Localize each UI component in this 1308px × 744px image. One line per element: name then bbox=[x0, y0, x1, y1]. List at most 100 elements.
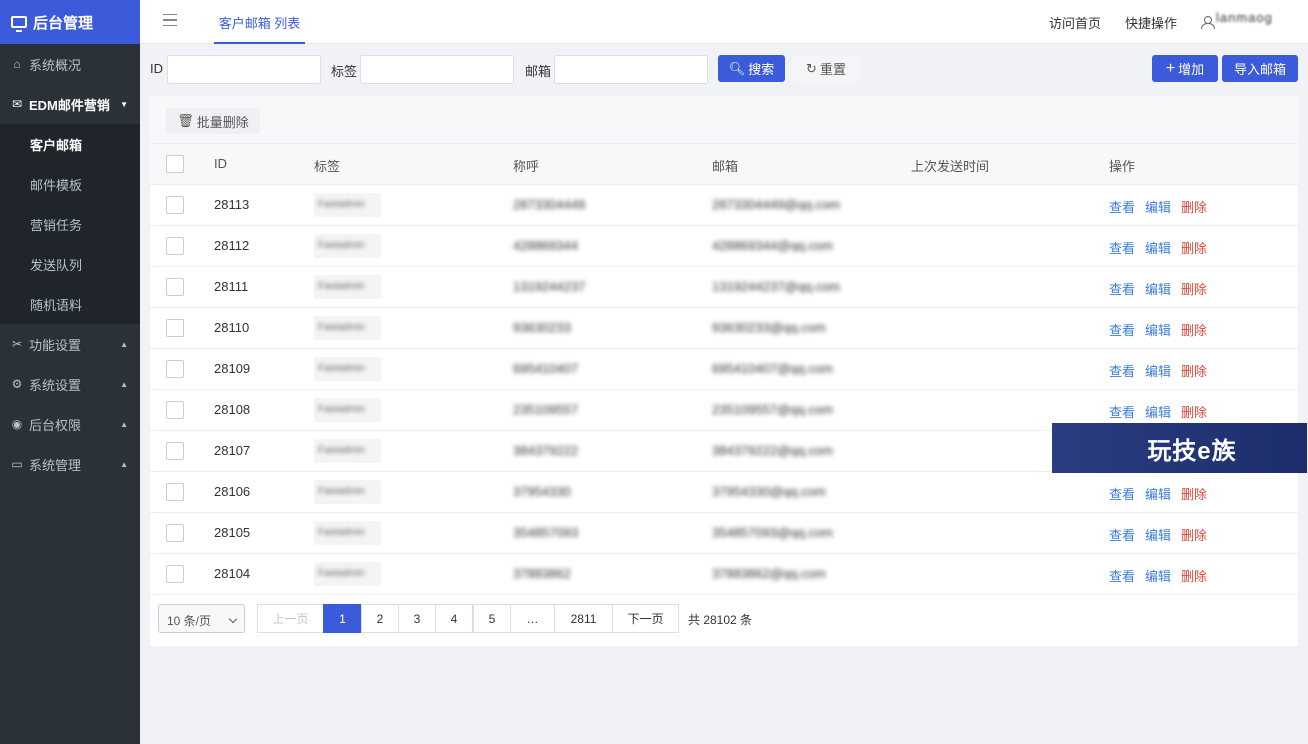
edit-link[interactable]: 编辑 bbox=[1145, 361, 1171, 380]
cell-name: 37883862 bbox=[513, 566, 571, 581]
delete-link[interactable]: 删除 bbox=[1181, 402, 1207, 421]
cell-id: 28109 bbox=[214, 361, 251, 376]
caret-down-icon: ▼ bbox=[120, 99, 128, 109]
table-row: 28111 Fastadmin 1319244237 1319244237@qq.co… bbox=[150, 267, 1298, 308]
row-checkbox[interactable] bbox=[166, 442, 184, 460]
cell-name: 384379222 bbox=[513, 443, 579, 458]
bulk-delete-label: 批量删除 bbox=[196, 114, 249, 130]
page-size-select[interactable]: 10 条/页 bbox=[158, 604, 245, 633]
view-link[interactable]: 查看 bbox=[1109, 361, 1135, 380]
edit-link[interactable]: 编辑 bbox=[1145, 320, 1171, 339]
row-checkbox[interactable] bbox=[166, 278, 184, 296]
quick-ops-link[interactable]: 快捷操作 bbox=[1125, 13, 1177, 32]
delete-link[interactable]: 删除 bbox=[1181, 320, 1207, 339]
menu-toggle-icon[interactable] bbox=[163, 14, 177, 26]
table-row: 28104 Fastadmin 37883862 37883862@qq.com 查看编… bbox=[150, 554, 1298, 595]
bulk-delete-button[interactable]: 🗑︎ 批量删除 bbox=[166, 108, 260, 134]
view-link[interactable]: 查看 bbox=[1109, 566, 1135, 585]
page-button[interactable]: 3 bbox=[398, 604, 436, 633]
delete-link[interactable]: 删除 bbox=[1181, 484, 1207, 503]
delete-link[interactable]: 删除 bbox=[1181, 525, 1207, 544]
trash-icon: 🗑︎ bbox=[177, 113, 194, 128]
cell-email: 695410407@qq.com bbox=[712, 361, 833, 376]
view-link[interactable]: 查看 bbox=[1109, 484, 1135, 503]
add-button[interactable]: + 增加 bbox=[1152, 55, 1218, 82]
tab-customer-email-list[interactable]: 客户邮箱 列表 bbox=[214, 0, 305, 44]
row-checkbox[interactable] bbox=[166, 237, 184, 255]
view-link[interactable]: 查看 bbox=[1109, 279, 1135, 298]
next-page-button[interactable]: 下一页 bbox=[612, 604, 679, 633]
sidebar-item-marketing-task[interactable]: 营销任务 bbox=[0, 204, 140, 244]
page-button[interactable]: 2 bbox=[361, 604, 399, 633]
import-email-button[interactable]: 导入邮箱 bbox=[1222, 55, 1298, 82]
username[interactable]: lanmaog bbox=[1216, 10, 1273, 25]
view-link[interactable]: 查看 bbox=[1109, 320, 1135, 339]
row-checkbox[interactable] bbox=[166, 483, 184, 501]
edit-link[interactable]: 编辑 bbox=[1145, 525, 1171, 544]
delete-link[interactable]: 删除 bbox=[1181, 361, 1207, 380]
page-button[interactable]: 5 bbox=[473, 604, 511, 633]
sidebar-item-label: 营销任务 bbox=[30, 217, 83, 233]
edit-link[interactable]: 编辑 bbox=[1145, 402, 1171, 421]
tag-badge: Fastadmin bbox=[314, 357, 381, 381]
delete-link[interactable]: 删除 bbox=[1181, 238, 1207, 257]
sidebar-item-overview[interactable]: ⌂ 系统概况 bbox=[0, 44, 140, 84]
prev-page-button[interactable]: 上一页 bbox=[257, 604, 324, 633]
sidebar-item-system-admin[interactable]: ▭ 系统管理 ▲ bbox=[0, 444, 140, 484]
sidebar-brand[interactable]: 后台管理 bbox=[0, 0, 140, 44]
delete-link[interactable]: 删除 bbox=[1181, 279, 1207, 298]
tag-text: Fastadmin bbox=[318, 404, 365, 415]
tag-label: 标签 bbox=[331, 64, 358, 79]
row-checkbox[interactable] bbox=[166, 565, 184, 583]
sidebar-item-send-queue[interactable]: 发送队列 bbox=[0, 244, 140, 284]
search-icon: 🔍︎ bbox=[728, 60, 746, 76]
cell-name: 37954330 bbox=[513, 484, 571, 499]
sidebar-item-system-settings[interactable]: ⚙ 系统设置 ▲ bbox=[0, 364, 140, 404]
watermark-text: 玩技e族 bbox=[1147, 437, 1237, 465]
edit-link[interactable]: 编辑 bbox=[1145, 566, 1171, 585]
cell-name: 2873304449 bbox=[513, 197, 586, 212]
sidebar-item-customer-email[interactable]: 客户邮箱 bbox=[0, 124, 140, 164]
view-link[interactable]: 查看 bbox=[1109, 402, 1135, 421]
cell-email: 354857093@qq.com bbox=[712, 525, 833, 540]
reset-button[interactable]: ↻ 重置 bbox=[793, 55, 859, 82]
page-button[interactable]: 4 bbox=[435, 604, 473, 633]
email-input[interactable] bbox=[554, 55, 708, 84]
sidebar-item-email-template[interactable]: 邮件模板 bbox=[0, 164, 140, 204]
sidebar-item-edm[interactable]: ✉ EDM邮件营销 ▼ bbox=[0, 84, 140, 124]
sidebar-item-permissions[interactable]: ◉ 后台权限 ▲ bbox=[0, 404, 140, 444]
edit-link[interactable]: 编辑 bbox=[1145, 197, 1171, 216]
tag-input[interactable] bbox=[360, 55, 514, 84]
view-link[interactable]: 查看 bbox=[1109, 238, 1135, 257]
view-link[interactable]: 查看 bbox=[1109, 525, 1135, 544]
sidebar-item-label: 系统管理 bbox=[29, 457, 82, 473]
page-button[interactable]: 2811 bbox=[554, 604, 613, 633]
column-header-id[interactable]: ID bbox=[214, 156, 227, 171]
select-all-checkbox[interactable] bbox=[166, 155, 184, 173]
sidebar-item-features[interactable]: ✂ 功能设置 ▲ bbox=[0, 324, 140, 364]
user-icon[interactable] bbox=[1201, 16, 1215, 29]
terminal-icon: ▭ bbox=[11, 457, 23, 471]
caret-up-icon: ▲ bbox=[120, 339, 128, 349]
row-checkbox[interactable] bbox=[166, 360, 184, 378]
visit-home-link[interactable]: 访问首页 bbox=[1049, 13, 1101, 32]
tag-badge: Fastadmin bbox=[314, 439, 381, 463]
row-checkbox[interactable] bbox=[166, 524, 184, 542]
edit-link[interactable]: 编辑 bbox=[1145, 484, 1171, 503]
row-checkbox[interactable] bbox=[166, 196, 184, 214]
row-checkbox[interactable] bbox=[166, 319, 184, 337]
cell-id: 28112 bbox=[214, 238, 250, 253]
edit-link[interactable]: 编辑 bbox=[1145, 238, 1171, 257]
page-button[interactable]: 1 bbox=[323, 604, 362, 633]
search-button[interactable]: 🔍︎ 搜索 bbox=[718, 55, 785, 82]
delete-link[interactable]: 删除 bbox=[1181, 197, 1207, 216]
edit-link[interactable]: 编辑 bbox=[1145, 279, 1171, 298]
tag-badge: Fastadmin bbox=[314, 521, 381, 545]
sidebar-item-label: 系统设置 bbox=[29, 377, 82, 393]
user-circle-icon: ◉ bbox=[11, 417, 23, 431]
row-checkbox[interactable] bbox=[166, 401, 184, 419]
id-input[interactable] bbox=[167, 55, 321, 84]
view-link[interactable]: 查看 bbox=[1109, 197, 1135, 216]
delete-link[interactable]: 删除 bbox=[1181, 566, 1207, 585]
sidebar-item-random-corpus[interactable]: 随机语料 bbox=[0, 284, 140, 324]
